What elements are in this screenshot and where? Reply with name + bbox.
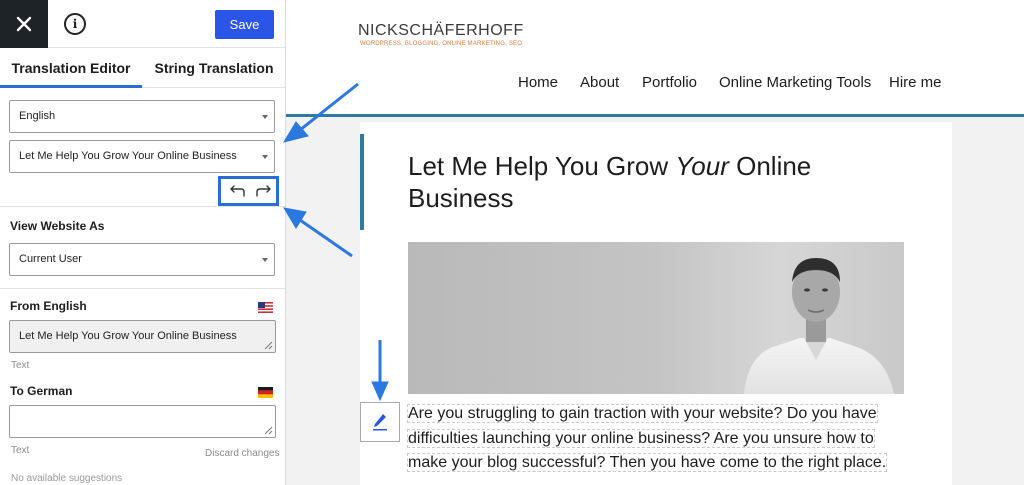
history-controls [218,176,279,206]
undo-icon [230,185,245,197]
site-logo[interactable]: NICKSCHÄFERHOFF [358,22,524,40]
string-select[interactable]: Let Me Help You Grow Your Online Busines… [9,140,275,173]
close-button[interactable] [0,0,48,48]
string-select-value: Let Me Help You Grow Your Online Busines… [19,150,237,162]
source-type-label: Text [11,360,30,371]
chevron-down-icon [262,115,268,119]
post-title-text: Let Me Help You Grow [408,151,676,181]
hero-image [408,242,904,394]
screen: i Save Translation Editor String Transla… [0,0,1024,485]
to-language-title: To German [10,384,73,398]
translation-text-field[interactable] [9,405,276,438]
from-language-title: From English [10,299,87,313]
website-preview: NICKSCHÄFERHOFF WORDPRESS, BLOGGING, ONL… [286,0,1024,485]
post-body[interactable]: Are you struggling to gain traction with… [406,402,898,476]
post-body-line: difficulties launching your online busin… [407,428,875,448]
chevron-down-icon [262,155,268,159]
tab-translation-editor[interactable]: Translation Editor [0,48,142,88]
post-content: Let Me Help You Grow Your Online Busines… [360,122,952,485]
site-tagline: WORDPRESS, BLOGGING, ONLINE MARKETING, S… [360,41,523,47]
tab-string-translation[interactable]: String Translation [142,48,285,88]
post-body-line: Are you struggling to gain traction with… [407,404,878,423]
site-header: NICKSCHÄFERHOFF WORDPRESS, BLOGGING, ONL… [286,0,1024,117]
resize-grip-icon[interactable] [264,341,273,350]
suggestions-text: No available suggestions [11,473,123,484]
redo-icon [256,185,271,197]
translation-editor-panel: i Save Translation Editor String Transla… [0,0,286,485]
save-button[interactable]: Save [215,10,274,39]
pencil-icon [373,414,387,431]
language-select-value: English [19,110,56,122]
divider [0,206,285,207]
edit-text-button[interactable] [360,402,400,442]
translation-type-label: Text [11,445,30,456]
nav-item-hire-me[interactable]: Hire me [889,74,942,91]
title-accent-bar [360,134,364,230]
post-body-line: make your blog successful? Then you have… [406,453,888,472]
view-as-select-value: Current User [19,253,82,265]
chevron-down-icon [262,258,268,262]
de-flag-icon [258,387,273,398]
redo-button[interactable] [251,181,277,201]
nav-item-online-marketing-tools[interactable]: Online Marketing Tools [719,74,871,91]
divider [0,288,285,289]
editor-tabs: Translation Editor String Translation [0,48,285,88]
language-select[interactable]: English [9,100,275,133]
close-icon [16,16,32,32]
post-title[interactable]: Let Me Help You Grow Your Online Busines… [408,150,888,214]
nav-item-home[interactable]: Home [518,74,558,91]
nav-item-portfolio[interactable]: Portfolio [642,74,697,91]
source-text-field: Let Me Help You Grow Your Online Busines… [9,320,276,353]
resize-grip-icon[interactable] [264,426,273,435]
view-as-select[interactable]: Current User [9,243,275,276]
editor-toolbar: i Save [0,0,285,48]
source-text-value: Let Me Help You Grow Your Online Busines… [19,330,237,342]
info-icon[interactable]: i [64,13,86,35]
view-as-title: View Website As [10,219,105,233]
post-title-emphasis: Your [675,151,729,181]
us-flag-icon [258,302,273,313]
undo-button[interactable] [224,181,250,201]
nav-item-about[interactable]: About [580,74,619,91]
discard-changes-link[interactable]: Discard changes [205,448,279,459]
portrait-photo [744,258,894,394]
